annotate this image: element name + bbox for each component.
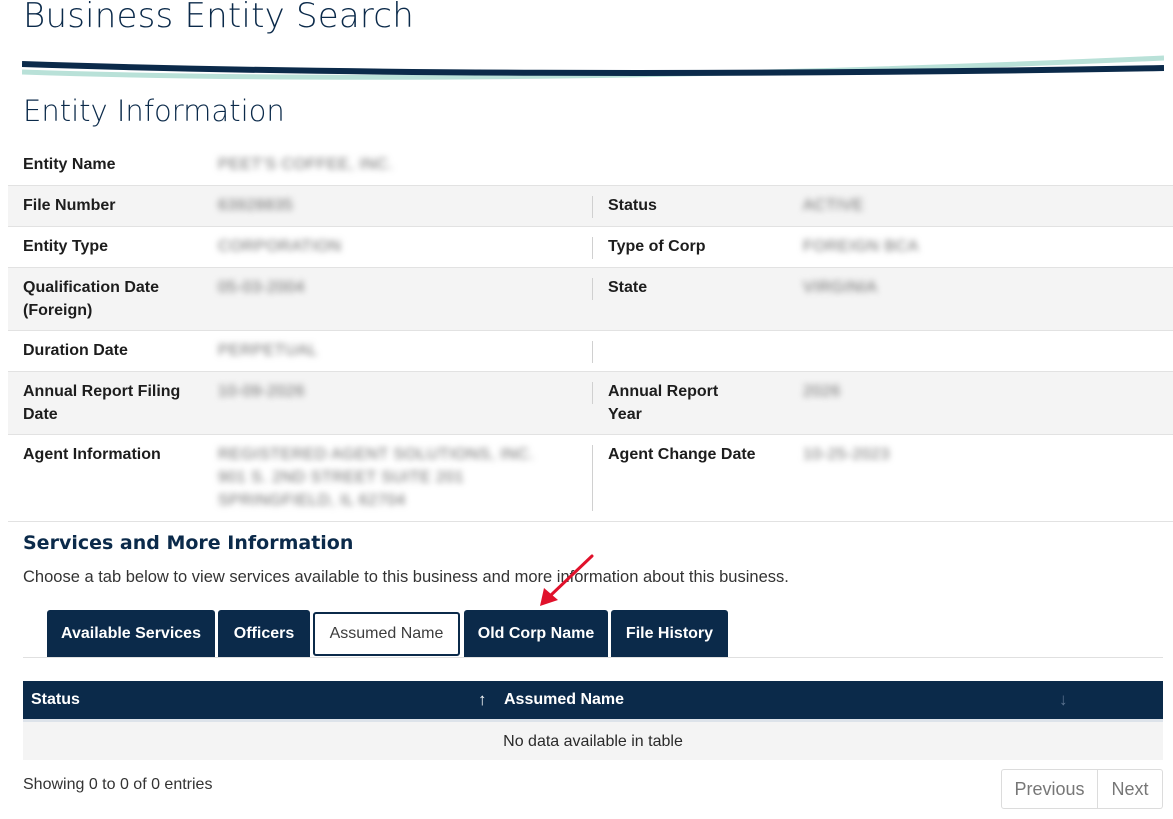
annual-report-row: Annual Report Filing Date 10-09-2026 Ann… — [8, 372, 1173, 435]
duration-date-row: Duration Date PERPETUAL — [8, 331, 1173, 372]
state-label: State — [608, 279, 648, 296]
services-heading: Services and More Information — [23, 532, 354, 554]
agent-information-row: Agent Information REGISTERED AGENT SOLUT… — [8, 435, 1173, 522]
agent-change-date-label: Agent Change Date — [608, 446, 756, 463]
agent-information-label: Agent Information — [23, 446, 161, 463]
tab-file-history[interactable]: File History — [611, 610, 728, 658]
column-header-assumed-name[interactable]: Assumed Name — [504, 681, 624, 719]
tab-officers[interactable]: Officers — [218, 610, 310, 658]
column-divider — [592, 196, 593, 218]
annual-report-year-value: 2026 — [803, 383, 841, 400]
qualification-date-value: 05-03-2004 — [218, 279, 305, 296]
entity-info-table: Entity Name PEET'S COFFEE, INC. File Num… — [8, 145, 1173, 522]
arrow-down-icon[interactable]: ↓ — [1059, 681, 1068, 719]
file-number-value: 63928835 — [218, 197, 294, 214]
arrow-up-icon[interactable]: ↑ — [478, 681, 487, 719]
column-divider — [592, 382, 593, 404]
agent-address-line1: 901 S. 2ND STREET SUITE 201 — [218, 469, 465, 486]
file-number-label: File Number — [23, 197, 116, 214]
type-of-corp-value: FOREIGN BCA — [803, 238, 919, 255]
next-button[interactable]: Next — [1098, 769, 1163, 809]
tabs-divider — [23, 657, 1163, 658]
qualification-date-row: Qualification Date (Foreign) 05-03-2004 … — [8, 268, 1173, 331]
status-label: Status — [608, 197, 657, 214]
column-divider — [592, 278, 593, 300]
entity-type-label: Entity Type — [23, 238, 109, 255]
entity-type-value: CORPORATION — [218, 238, 342, 255]
entity-name-row: Entity Name PEET'S COFFEE, INC. — [8, 145, 1173, 186]
duration-date-label: Duration Date — [23, 342, 128, 359]
qualification-date-label: Qualification Date (Foreign) — [23, 279, 160, 319]
entity-name-label: Entity Name — [23, 156, 116, 173]
column-header-status[interactable]: Status — [31, 681, 80, 719]
annual-report-year-label: Annual Report Year — [608, 383, 719, 423]
entity-name-value: PEET'S COFFEE, INC. — [218, 156, 394, 173]
tab-available-services[interactable]: Available Services — [47, 610, 215, 658]
annotation-arrow-icon — [540, 554, 594, 606]
agent-change-date-value: 10-25-2023 — [803, 446, 890, 463]
entity-information-title: Entity Information — [23, 94, 285, 128]
table-empty-row: No data available in table — [23, 722, 1163, 760]
pagination: Previous Next — [1001, 769, 1163, 809]
annual-report-filing-date-label: Annual Report Filing Date — [23, 383, 181, 423]
tab-assumed-name[interactable]: Assumed Name — [313, 612, 460, 656]
status-value: ACTIVE — [803, 197, 864, 214]
table-header: Status ↑ Assumed Name ↓ — [23, 681, 1163, 722]
assumed-name-table: Status ↑ Assumed Name ↓ No data availabl… — [23, 681, 1163, 760]
table-info: Showing 0 to 0 of 0 entries — [23, 776, 213, 793]
column-divider — [592, 445, 593, 511]
page-title: Business Entity Search — [23, 0, 414, 36]
duration-date-value: PERPETUAL — [218, 342, 318, 359]
tab-old-corp-name[interactable]: Old Corp Name — [464, 610, 608, 658]
agent-address-line2: SPRINGFIELD, IL 62704 — [218, 492, 406, 509]
type-of-corp-label: Type of Corp — [608, 238, 706, 255]
file-number-row: File Number 63928835 Status ACTIVE — [8, 186, 1173, 227]
previous-button[interactable]: Previous — [1001, 769, 1098, 809]
decorative-wave — [22, 55, 1164, 80]
column-divider — [592, 341, 593, 363]
state-value: VIRGINIA — [803, 279, 878, 296]
services-description: Choose a tab below to view services avai… — [23, 568, 789, 586]
entity-type-row: Entity Type CORPORATION Type of Corp FOR… — [8, 227, 1173, 268]
annual-report-filing-date-value: 10-09-2026 — [218, 383, 305, 400]
column-divider — [592, 237, 593, 259]
agent-name-value: REGISTERED AGENT SOLUTIONS, INC. — [218, 446, 535, 463]
